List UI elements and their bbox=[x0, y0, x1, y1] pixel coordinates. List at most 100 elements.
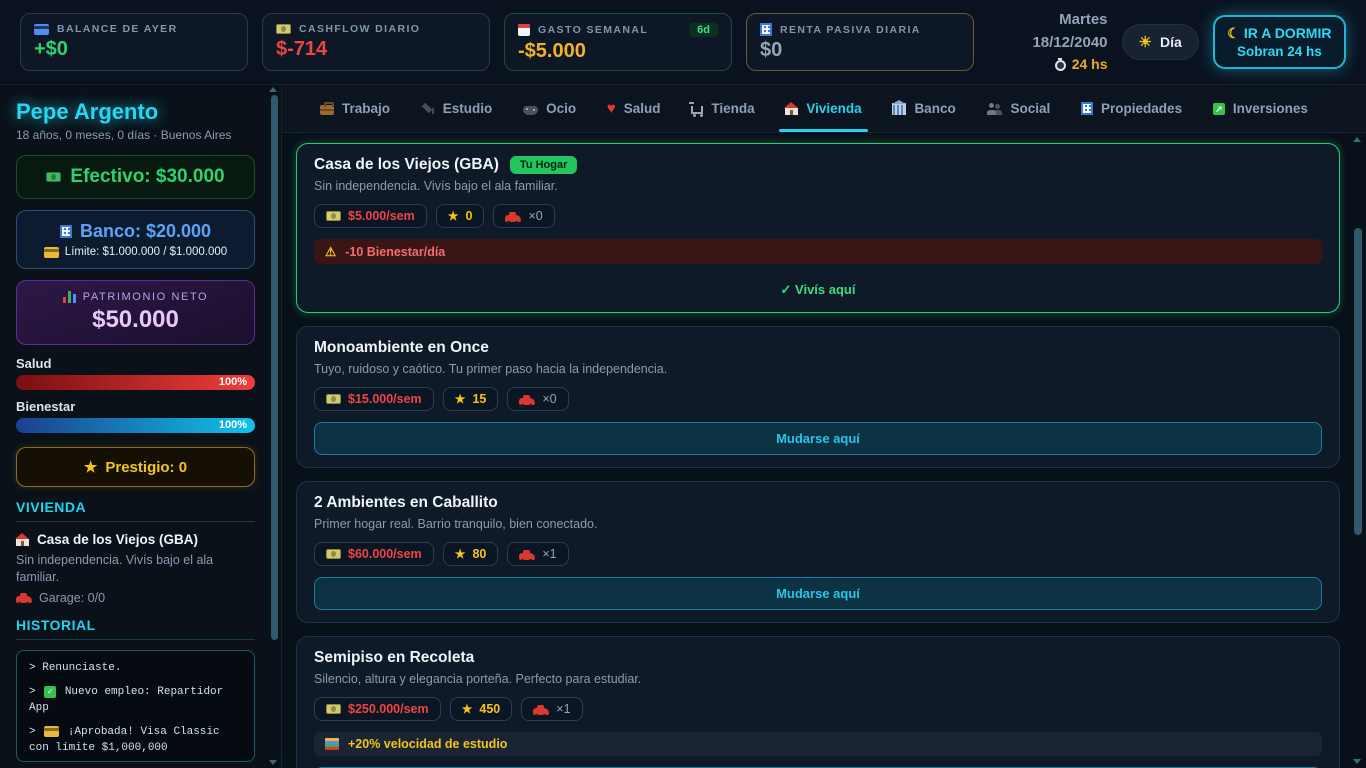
stat-value-cashflow: $-714 bbox=[276, 38, 328, 60]
car-icon bbox=[533, 704, 550, 717]
gamepad-icon bbox=[523, 105, 539, 115]
heart-icon: ♥ bbox=[606, 100, 616, 117]
money-wings-icon bbox=[326, 394, 341, 404]
star-icon: ★ bbox=[83, 459, 98, 476]
stat-card-passive-income: RENTA PASIVA DIARIA $0 bbox=[746, 13, 974, 71]
stat-card-balance: BALANCE DE AYER +$0 bbox=[20, 13, 248, 71]
prestige-chip: ★ 80 bbox=[442, 542, 499, 566]
star-icon: ★ bbox=[454, 392, 466, 406]
health-label: Salud bbox=[16, 356, 52, 371]
warning-icon: ⚠ bbox=[325, 245, 337, 259]
office-building-icon bbox=[1081, 102, 1094, 115]
main-panel: Trabajo Estudio Ocio ♥ Salud Tienda Vivie… bbox=[282, 85, 1366, 768]
day-night-indicator[interactable]: ☀ Día bbox=[1121, 24, 1199, 60]
shopping-cart-icon bbox=[689, 101, 704, 117]
chart-up-icon: ↗ bbox=[1212, 102, 1225, 115]
stat-label: CASHFLOW DIARIO bbox=[299, 23, 421, 35]
move-here-button[interactable]: Mudarse aquí bbox=[314, 422, 1322, 455]
main-scrollbar-thumb[interactable] bbox=[1354, 228, 1362, 535]
sidebar-scroll-up[interactable] bbox=[269, 87, 277, 92]
prestige-label: Prestigio: 0 bbox=[105, 458, 188, 476]
prestige-chip: ★ 450 bbox=[449, 697, 513, 721]
tab-ocio[interactable]: Ocio bbox=[523, 85, 576, 132]
rent-chip: $60.000/sem bbox=[314, 542, 434, 566]
bank-icon bbox=[892, 102, 907, 115]
tab-salud[interactable]: ♥ Salud bbox=[607, 85, 661, 132]
networth-label: PATRIMONIO NETO bbox=[82, 291, 209, 303]
housing-card: 2 Ambientes en Caballito Primer hogar re… bbox=[296, 481, 1340, 623]
days-badge: 6d bbox=[689, 23, 718, 37]
tab-inversiones[interactable]: ↗ Inversiones bbox=[1212, 85, 1308, 132]
sidebar-scroll-down[interactable] bbox=[269, 760, 277, 765]
housing-card: Semipiso en Recoleta Silencio, altura y … bbox=[296, 636, 1340, 768]
historial-section-heading: HISTORIAL bbox=[16, 617, 255, 640]
tab-social[interactable]: Social bbox=[986, 85, 1050, 132]
sidebar-scrollbar-thumb[interactable] bbox=[271, 95, 278, 640]
tab-tienda[interactable]: Tienda bbox=[689, 85, 755, 132]
main-scroll-down[interactable] bbox=[1353, 759, 1361, 764]
bank-balance-label: Banco: $20.000 bbox=[79, 221, 212, 241]
stat-card-cashflow: CASHFLOW DIARIO $-714 bbox=[262, 13, 490, 71]
rent-chip: $250.000/sem bbox=[314, 697, 441, 721]
main-scroll-up[interactable] bbox=[1353, 137, 1361, 142]
bar-chart-icon bbox=[62, 291, 76, 303]
stat-label: RENTA PASIVA DIARIA bbox=[780, 23, 921, 36]
star-icon: ★ bbox=[461, 702, 473, 716]
cash-card: Efectivo: $30.000 bbox=[16, 155, 255, 199]
housing-description: Silencio, altura y elegancia porteña. Pe… bbox=[314, 672, 642, 686]
player-name: Pepe Argento bbox=[16, 99, 159, 124]
star-icon: ★ bbox=[454, 547, 466, 561]
tab-trabajo[interactable]: Trabajo bbox=[320, 85, 390, 132]
money-wings-icon bbox=[276, 24, 291, 34]
housing-title: Monoambiente en Once bbox=[314, 339, 489, 356]
player-sidebar: Pepe Argento 18 años, 0 meses, 0 días · … bbox=[0, 85, 282, 768]
house-icon bbox=[15, 532, 29, 546]
stat-label: GASTO SEMANAL bbox=[538, 24, 649, 36]
log-entry: > ✓ Nuevo empleo: Repartidor App bbox=[29, 685, 224, 714]
stopwatch-icon bbox=[1054, 60, 1066, 71]
current-home-description: Sin independencia. Vivís bajo el ala fam… bbox=[16, 553, 214, 584]
tab-propiedades[interactable]: Propiedades bbox=[1081, 85, 1182, 132]
star-icon: ★ bbox=[447, 209, 459, 223]
hours-remaining: 24 hs bbox=[1071, 56, 1108, 72]
living-here-status: ✓ Vivís aquí bbox=[780, 282, 856, 297]
event-log: > Renunciaste. > ✓ Nuevo empleo: Reparti… bbox=[16, 649, 255, 762]
garage-chip: ×1 bbox=[507, 542, 569, 566]
health-bar: 100% bbox=[16, 375, 255, 390]
credit-card-icon bbox=[43, 246, 59, 258]
stat-value-balance: +$0 bbox=[34, 38, 68, 60]
housing-card-current-home: Casa de los Viejos (GBA) Tu Hogar Sin in… bbox=[296, 143, 1340, 313]
garage-capacity: Garage: 0/0 bbox=[39, 590, 106, 605]
money-wings-icon bbox=[326, 211, 341, 221]
prestige-chip: ★ 15 bbox=[442, 387, 499, 411]
housing-title: Semipiso en Recoleta bbox=[314, 649, 475, 666]
move-here-button[interactable]: Mudarse aquí bbox=[314, 577, 1322, 610]
credit-card-icon bbox=[34, 23, 49, 35]
health-percent: 100% bbox=[218, 376, 247, 388]
bank-icon bbox=[59, 225, 72, 238]
sleep-button-title: IR A DORMIR bbox=[1243, 25, 1332, 41]
check-badge-icon: ✓ bbox=[44, 685, 57, 698]
wellness-bar: 100% bbox=[16, 418, 255, 433]
prestige-card: ★ Prestigio: 0 bbox=[16, 447, 255, 487]
tab-vivienda[interactable]: Vivienda bbox=[779, 85, 868, 132]
wellness-stat: Bienestar 100% bbox=[16, 399, 255, 433]
go-to-sleep-button[interactable]: ☾ IR A DORMIR Sobran 24 hs bbox=[1212, 15, 1346, 69]
day-night-label: Día bbox=[1159, 34, 1182, 50]
money-wings-icon bbox=[326, 704, 341, 714]
log-entry: > ¡Aprobada! Visa Classic con límite $1,… bbox=[29, 725, 220, 754]
rent-chip: $5.000/sem bbox=[314, 204, 427, 228]
garage-chip: ×1 bbox=[521, 697, 583, 721]
tab-banco[interactable]: Banco bbox=[892, 85, 956, 132]
player-age-location: 18 años, 0 meses, 0 días · Buenos Aires bbox=[16, 128, 232, 142]
networth-value: $50.000 bbox=[92, 306, 179, 333]
housing-description: Primer hogar real. Barrio tranquilo, bie… bbox=[314, 517, 598, 531]
office-building-icon bbox=[760, 23, 772, 36]
housing-title: Casa de los Viejos (GBA) bbox=[314, 156, 499, 173]
tab-estudio[interactable]: Estudio bbox=[421, 85, 492, 132]
housing-card: Monoambiente en Once Tuyo, ruidoso y caó… bbox=[296, 326, 1340, 468]
graduation-cap-icon bbox=[421, 102, 435, 115]
networth-card: PATRIMONIO NETO $50.000 bbox=[16, 280, 255, 345]
vivienda-section-heading: VIVIENDA bbox=[16, 499, 255, 522]
money-wings-icon bbox=[326, 549, 341, 559]
